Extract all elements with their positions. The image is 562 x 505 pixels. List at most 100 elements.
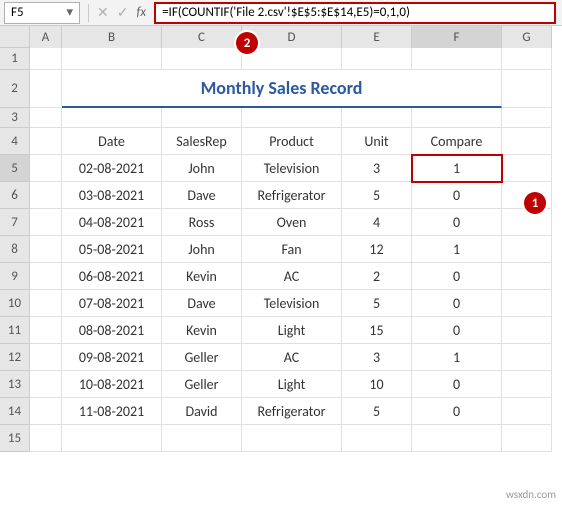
cell-date[interactable]: 06-08-2021 (62, 263, 162, 290)
cell-rep[interactable]: John (162, 155, 242, 182)
cell[interactable] (62, 108, 162, 128)
cell-compare[interactable]: 0 (412, 209, 502, 236)
cell-date[interactable]: 11-08-2021 (62, 398, 162, 425)
row-header-2[interactable]: 2 (0, 70, 30, 108)
row-header-12[interactable]: 12 (0, 344, 30, 371)
cell[interactable] (30, 48, 62, 70)
cell-date[interactable]: 09-08-2021 (62, 344, 162, 371)
cell-unit[interactable]: 5 (342, 182, 412, 209)
cell-rep[interactable]: Kevin (162, 317, 242, 344)
cell-compare[interactable]: 0 (412, 317, 502, 344)
select-all-corner[interactable] (0, 26, 30, 48)
cell-compare[interactable]: 1 (412, 155, 502, 182)
cell[interactable] (30, 317, 62, 344)
cell[interactable] (242, 48, 342, 70)
cell[interactable] (502, 371, 552, 398)
row-header-10[interactable]: 10 (0, 290, 30, 317)
header-unit[interactable]: Unit (342, 128, 412, 155)
cell-product[interactable]: Light (242, 317, 342, 344)
col-header-C[interactable]: C (162, 26, 242, 48)
cell-unit[interactable]: 10 (342, 371, 412, 398)
cell[interactable] (342, 108, 412, 128)
cell-compare[interactable]: 0 (412, 182, 502, 209)
cell-product[interactable]: Television (242, 290, 342, 317)
col-header-B[interactable]: B (62, 26, 162, 48)
cell[interactable] (62, 48, 162, 70)
cell[interactable] (342, 425, 412, 452)
cell-product[interactable]: Fan (242, 236, 342, 263)
cell-unit[interactable]: 5 (342, 398, 412, 425)
cell[interactable] (30, 371, 62, 398)
cell-date[interactable]: 08-08-2021 (62, 317, 162, 344)
row-header-6[interactable]: 6 (0, 182, 30, 209)
cell-product[interactable]: AC (242, 263, 342, 290)
cell[interactable] (30, 290, 62, 317)
cell-date[interactable]: 04-08-2021 (62, 209, 162, 236)
cell[interactable] (162, 48, 242, 70)
cell-rep[interactable]: Geller (162, 344, 242, 371)
cell[interactable] (30, 425, 62, 452)
cell[interactable] (502, 48, 552, 70)
cell-date[interactable]: 10-08-2021 (62, 371, 162, 398)
row-header-15[interactable]: 15 (0, 425, 30, 452)
cell[interactable] (502, 70, 552, 108)
cell[interactable] (30, 209, 62, 236)
cell-compare[interactable]: 1 (412, 344, 502, 371)
cell[interactable] (162, 425, 242, 452)
cell[interactable] (502, 425, 552, 452)
row-header-8[interactable]: 8 (0, 236, 30, 263)
cell[interactable] (30, 70, 62, 108)
row-header-13[interactable]: 13 (0, 371, 30, 398)
cell-unit[interactable]: 5 (342, 290, 412, 317)
cell-compare[interactable]: 0 (412, 398, 502, 425)
cell[interactable] (30, 155, 62, 182)
cell-rep[interactable]: Kevin (162, 263, 242, 290)
cell-unit[interactable]: 3 (342, 344, 412, 371)
col-header-E[interactable]: E (342, 26, 412, 48)
cell-product[interactable]: Refrigerator (242, 182, 342, 209)
row-header-1[interactable]: 1 (0, 48, 30, 70)
cell[interactable] (30, 263, 62, 290)
cell-date[interactable]: 07-08-2021 (62, 290, 162, 317)
cell[interactable] (30, 108, 62, 128)
header-product[interactable]: Product (242, 128, 342, 155)
cell[interactable] (412, 108, 502, 128)
col-header-G[interactable]: G (502, 26, 552, 48)
cell[interactable] (502, 155, 552, 182)
cell[interactable] (502, 344, 552, 371)
row-header-5[interactable]: 5 (0, 155, 30, 182)
row-header-9[interactable]: 9 (0, 263, 30, 290)
cell[interactable] (502, 317, 552, 344)
header-date[interactable]: Date (62, 128, 162, 155)
cell[interactable] (242, 425, 342, 452)
cell[interactable] (502, 209, 552, 236)
cell[interactable] (502, 128, 552, 155)
cell[interactable] (502, 108, 552, 128)
cell-rep[interactable]: Dave (162, 290, 242, 317)
fx-icon[interactable]: fx (136, 5, 146, 20)
cell-unit[interactable]: 2 (342, 263, 412, 290)
cell[interactable] (502, 398, 552, 425)
cell-unit[interactable]: 15 (342, 317, 412, 344)
cell[interactable] (502, 236, 552, 263)
header-compare[interactable]: Compare (412, 128, 502, 155)
row-header-7[interactable]: 7 (0, 209, 30, 236)
cell[interactable] (30, 236, 62, 263)
dropdown-icon[interactable]: ▾ (66, 5, 73, 20)
cell[interactable] (412, 48, 502, 70)
cell[interactable] (162, 108, 242, 128)
title-cell[interactable]: Monthly Sales Record (62, 70, 502, 108)
cell-compare[interactable]: 1 (412, 236, 502, 263)
cell[interactable] (30, 398, 62, 425)
col-header-A[interactable]: A (30, 26, 62, 48)
cell[interactable] (30, 128, 62, 155)
cell-rep[interactable]: John (162, 236, 242, 263)
row-header-4[interactable]: 4 (0, 128, 30, 155)
cell-product[interactable]: AC (242, 344, 342, 371)
cancel-icon[interactable]: ✕ (97, 4, 109, 21)
cell[interactable] (30, 182, 62, 209)
cell-product[interactable]: Light (242, 371, 342, 398)
cell-product[interactable]: Refrigerator (242, 398, 342, 425)
cell-product[interactable]: Oven (242, 209, 342, 236)
row-header-3[interactable]: 3 (0, 108, 30, 128)
